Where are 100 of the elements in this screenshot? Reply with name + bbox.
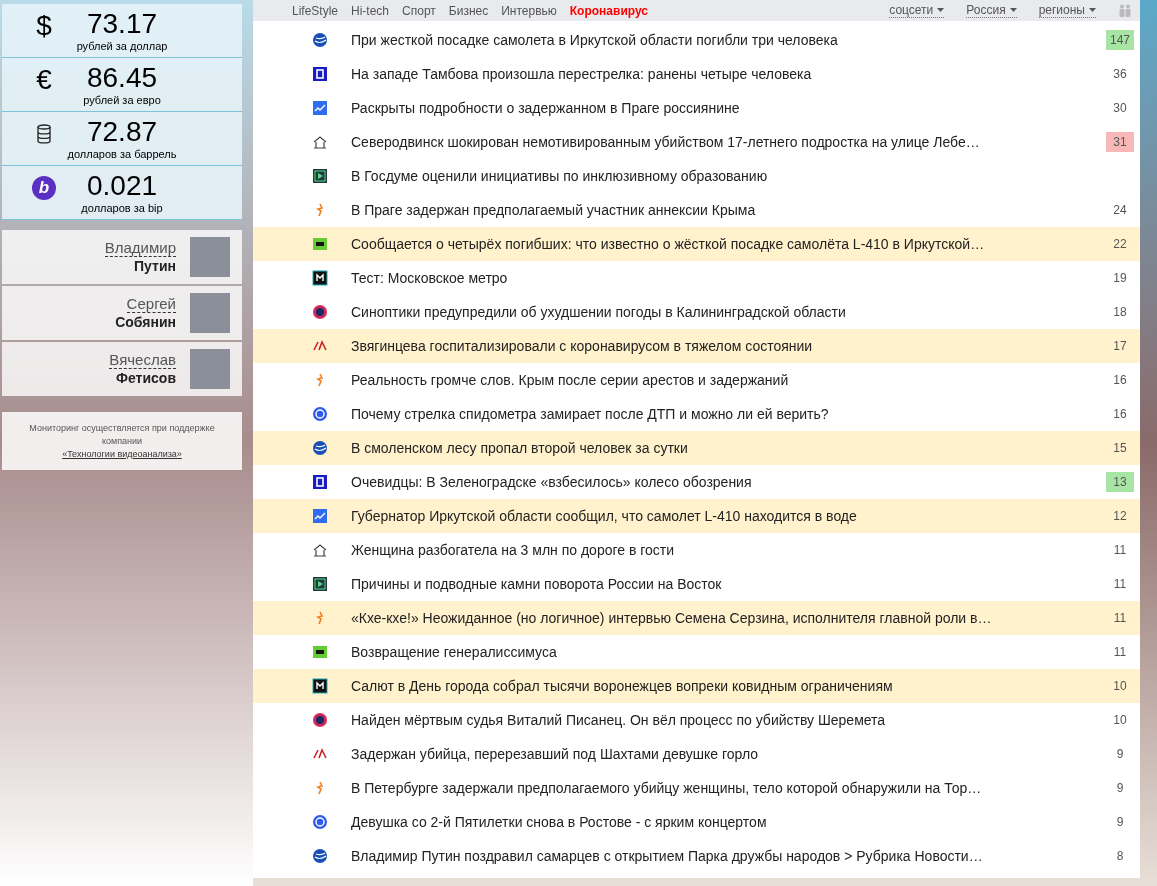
rate-caption: рублей за евро — [83, 94, 161, 107]
people-icon[interactable] — [1118, 4, 1132, 17]
news-title[interactable]: Найден мёртвым судья Виталий Писанец. Он вёл процесс по убийству Шеремета — [351, 709, 886, 731]
building-icon — [312, 542, 328, 558]
news-row[interactable]: В смоленском лесу пропал второй человек за сутки 15 — [253, 431, 1140, 465]
view-count: 16 — [1112, 406, 1128, 423]
news-title[interactable]: Владимир Путин поздравил самарцев с открытием Парка дружбы народов > Рубрика Новости… — [351, 845, 983, 867]
news-title[interactable]: На западе Тамбова произошла перестрелка: ранены четыре человека — [351, 63, 812, 85]
view-count: 9 — [1115, 746, 1125, 763]
person-card[interactable]: Вячеслав Фетисов — [2, 342, 242, 396]
news-title[interactable]: Звягинцева госпитализировали с коронавирусом в тяжелом состоянии — [351, 335, 813, 357]
caret-icon — [937, 8, 945, 12]
steering-wheel-icon — [312, 406, 328, 422]
news-title[interactable]: В Госдуме оценили инициативы по инклюзивному образованию — [351, 165, 768, 187]
rate-caption: долларов за bip — [81, 202, 163, 215]
view-count: 31 — [1106, 132, 1134, 152]
news-title[interactable]: В Праге задержан предполагаемый участник аннексии Крыма — [351, 199, 756, 221]
dropdown-button[interactable]: соцсети — [889, 3, 945, 18]
view-count: 11 — [1112, 644, 1128, 661]
news-title[interactable]: Задержан убийца, перерезавший под Шахтами девушке горло — [351, 743, 758, 765]
news-title[interactable]: При жесткой посадке самолета в Иркутской области погибли три человека — [351, 29, 838, 51]
view-count: 10 — [1112, 712, 1128, 729]
view-count: 8 — [1115, 848, 1125, 865]
view-count: 147 — [1106, 30, 1134, 50]
view-count: 17 — [1112, 338, 1128, 355]
photo-placeholder — [190, 349, 230, 389]
view-count: 12 — [1112, 508, 1128, 525]
view-count: 9 — [1115, 814, 1125, 831]
news-title[interactable]: Тест: Московское метро — [351, 267, 508, 289]
last-name: Путин — [134, 257, 176, 275]
view-count: 13 — [1106, 472, 1134, 492]
view-count: 11 — [1112, 542, 1128, 559]
caret-icon — [1009, 8, 1017, 12]
first-name: Владимир — [104, 239, 176, 257]
letter-logo-icon — [312, 270, 328, 286]
news-title[interactable]: «Кхе-кхе!» Неожиданное (но логичное) интервью Семена Серзина, исполнителя главной роли в… — [351, 607, 992, 629]
logo-icon — [312, 236, 328, 252]
circle-logo-icon — [312, 304, 328, 320]
nav-tab[interactable]: LifeStyle — [292, 1, 339, 20]
rate-value: 72.87 — [86, 116, 158, 148]
news-title[interactable]: В смоленском лесу пропал второй человек за сутки — [351, 437, 688, 459]
view-count: 22 — [1112, 236, 1128, 253]
view-count: 16 — [1112, 372, 1128, 389]
view-count: 36 — [1112, 66, 1128, 83]
last-name: Фетисов — [116, 369, 176, 387]
caret-icon — [1089, 8, 1096, 12]
sponsor-link[interactable]: «Технологии видеоанализа» — [62, 447, 182, 461]
rate-caption: рублей за доллар — [76, 40, 168, 53]
dropdown-button[interactable]: Россия — [966, 3, 1017, 18]
globe-icon — [312, 32, 328, 48]
globe-icon — [312, 440, 328, 456]
view-count: 19 — [1112, 270, 1128, 287]
barrel-icon — [36, 124, 52, 144]
news-title[interactable]: Почему стрелка спидометра замирает после ДТП и можно ли ей верить? — [351, 403, 829, 425]
dropdown-button[interactable]: регионы — [1038, 3, 1096, 18]
rate-value: 73.17 — [86, 8, 158, 40]
news-title[interactable]: Реальность громче слов. Крым после серии арестов и задержаний — [351, 369, 789, 391]
currency-symbol: $ — [36, 12, 52, 40]
news-title[interactable]: Возвращение генералиссимуса — [351, 641, 557, 663]
circle-logo-icon — [312, 712, 328, 728]
news-row[interactable]: Губернатор Иркутской области сообщил, что самолет L-410 находится в воде 12 — [253, 499, 1140, 533]
currency-symbol: € — [36, 66, 52, 94]
play-icon — [312, 576, 328, 592]
first-name: Сергей — [126, 295, 176, 313]
view-count: 15 — [1112, 440, 1128, 457]
news-title[interactable]: Раскрыты подробности о задержанном в Праге россиянине — [351, 97, 740, 119]
news-title[interactable]: Северодвинск шокирован немотивированным убийством 17-летнего подростка на улице Лебе… — [351, 131, 980, 153]
news-row[interactable]: Салют в День города собрал тысячи воронежцев вопреки ковидным ограничениям 10 — [253, 669, 1140, 703]
news-title[interactable]: Губернатор Иркутской области сообщил, что самолет L-410 находится в воде — [351, 505, 857, 527]
letter-logo-icon — [312, 66, 328, 82]
news-row[interactable]: «Кхе-кхе!» Неожиданное (но логичное) интервью Семена Серзина, исполнителя главной роли в… 11 — [253, 601, 1140, 635]
view-count: 11 — [1112, 576, 1128, 593]
rate-caption: долларов за баррель — [67, 148, 177, 161]
view-count: 11 — [1112, 610, 1128, 627]
building-icon — [312, 134, 328, 150]
globe-icon — [312, 848, 328, 864]
news-title[interactable]: Сообщается о четырёх погибших: что известно о жёсткой посадке самолёта L-410 в Иркутской… — [351, 233, 985, 255]
letter-logo-icon — [312, 474, 328, 490]
nav-tab[interactable]: Бизнес — [448, 1, 489, 20]
last-name: Собянин — [115, 313, 176, 331]
person-card[interactable]: Владимир Путин — [2, 230, 242, 284]
news-row[interactable]: Сообщается о четырёх погибших: что известно о жёсткой посадке самолёта L-410 в Иркутской… 22 — [253, 227, 1140, 261]
news-row[interactable]: Звягинцева госпитализировали с коронавирусом в тяжелом состоянии 17 — [253, 329, 1140, 363]
photo-placeholder — [190, 293, 230, 333]
news-title[interactable]: Очевидцы: В Зеленоградске «взбесилось» колесо обозрения — [351, 471, 752, 493]
view-count: 10 — [1112, 678, 1128, 695]
person-card[interactable]: Сергей Собянин — [2, 286, 242, 340]
news-title[interactable]: Женщина разбогатела на 3 млн по дороге в гости — [351, 539, 675, 561]
nav-tab[interactable]: Hi-tech — [351, 1, 390, 20]
nav-tab[interactable]: Спорт — [402, 1, 436, 20]
play-icon — [312, 168, 328, 184]
news-title[interactable]: В Петербурге задержали предполагаемого убийцу женщины, тело которой обнаружили на Тор… — [351, 777, 982, 799]
news-title[interactable]: Синоптики предупредили об ухудшении погоды в Калининградской области — [351, 301, 846, 323]
nav-tab[interactable]: Интервью — [501, 1, 557, 20]
news-title[interactable]: Салют в День города собрал тысячи воронежцев вопреки ковидным ограничениям — [351, 675, 893, 697]
news-title[interactable]: Причины и подводные камни поворота России на Восток — [351, 573, 722, 595]
view-count: 24 — [1112, 202, 1128, 219]
view-count: 9 — [1115, 780, 1125, 797]
rate-value: 0.021 — [86, 170, 158, 202]
news-title[interactable]: Девушка со 2-й Пятилетки снова в Ростове - с ярким концертом — [351, 811, 767, 833]
